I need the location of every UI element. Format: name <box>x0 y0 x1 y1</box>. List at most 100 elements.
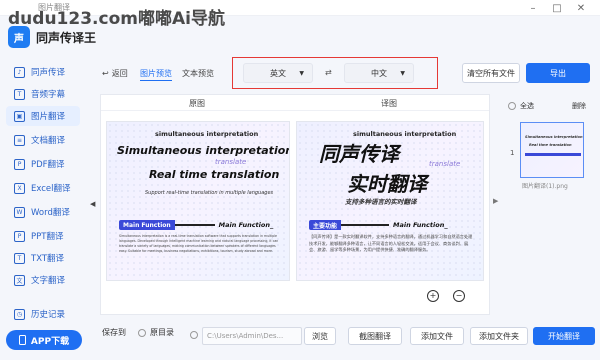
trans-mf-text: Main Function_ <box>393 221 448 229</box>
collapse-sidebar-icon[interactable]: ◀ <box>90 200 95 208</box>
back-button[interactable]: ↩ 返回 <box>102 68 128 79</box>
orig-line-subtitle: simultaneous interpretation <box>155 130 259 138</box>
zoom-out-icon[interactable]: − <box>453 290 465 302</box>
thumbnail-filename: 图片翻译(1).png <box>522 183 568 190</box>
mic-icon: ♪ <box>14 66 25 78</box>
export-button[interactable]: 导出 <box>526 63 590 83</box>
trans-line-support: 支持多种语言的实时翻译 <box>345 198 417 206</box>
sidebar: ♪ 同声传译 T 音频字幕 ▣ 图片翻译 ≡ 文档翻译 P PDF翻译 X Excel翻译 … <box>0 58 88 360</box>
custom-dir-radio[interactable] <box>190 331 198 339</box>
sidebar-item-word[interactable]: W Word翻译 <box>6 202 80 222</box>
sidebar-item-label: 文字翻译 <box>31 276 66 286</box>
translated-image: simultaneous interpretation 同声传译 transla… <box>296 121 484 281</box>
orig-paragraph: Simultaneous interpretation is a real-ti… <box>119 234 279 253</box>
chevron-down-icon: ▼ <box>400 69 405 77</box>
app-download-label: APP下载 <box>30 336 70 347</box>
app-download-button[interactable]: APP下载 <box>6 330 82 350</box>
thumb-badge-bar <box>525 153 581 156</box>
trans-line-realtime: 实时翻译 <box>347 172 427 196</box>
word-icon: W <box>14 206 25 218</box>
preview-panel: 原图 译图 simultaneous interpretation Simult… <box>100 94 490 315</box>
trans-mf-badge: 主要功能 <box>309 220 342 230</box>
txt-icon: T <box>14 252 25 264</box>
sidebar-item-history[interactable]: ◷ 历史记录 <box>6 304 80 324</box>
source-language-select[interactable]: 英文 ▼ <box>243 63 313 83</box>
clear-all-files-button[interactable]: 清空所有文件 <box>462 63 520 83</box>
save-path-input[interactable]: C:\Users\Admin\Des... <box>202 327 302 345</box>
select-all-label[interactable]: 全选 <box>520 101 534 111</box>
sidebar-item-label: 音频字幕 <box>31 90 66 100</box>
brand: 声 同声传译王 <box>8 26 96 48</box>
original-image: simultaneous interpretation Simultaneous… <box>106 121 290 281</box>
original-image-title: 原图 <box>189 99 205 108</box>
excel-icon: X <box>14 182 25 194</box>
sidebar-item-text[interactable]: 文文字翻译 <box>6 270 80 290</box>
image-icon: ▣ <box>14 110 25 122</box>
sidebar-item-label: 同声传译 <box>31 68 66 78</box>
app-name: 同声传译王 <box>36 30 97 45</box>
swap-languages-icon[interactable]: ⇄ <box>325 68 332 77</box>
orig-line-title: Simultaneous interpretation <box>117 144 290 157</box>
page-thumbnail[interactable]: Simultaneous interpretation Real time tr… <box>520 122 584 178</box>
doc-icon: ≡ <box>14 134 25 146</box>
tab-image-preview[interactable]: 图片预览 <box>140 68 172 81</box>
orig-mf-badge: Main Function <box>119 220 175 230</box>
original-dir-label: 原目录 <box>150 328 174 337</box>
app-logo-icon: 声 <box>8 26 30 48</box>
orig-line-translate: translate <box>215 158 247 166</box>
sidebar-item-document[interactable]: ≡ 文档翻译 <box>6 130 80 150</box>
orig-main-function-bar: Main Function Main Function_ <box>119 220 281 230</box>
sidebar-item-label: Word翻译 <box>31 208 70 218</box>
delete-button[interactable]: 删除 <box>572 101 586 111</box>
history-icon: ◷ <box>14 308 25 320</box>
sidebar-item-label: TXT翻译 <box>31 254 65 264</box>
tab-text-preview[interactable]: 文本预览 <box>182 68 214 79</box>
trans-main-function-bar: 主要功能 Main Function_ <box>309 220 475 230</box>
sidebar-item-label: PPT翻译 <box>31 232 64 242</box>
sidebar-item-label: 图片翻译 <box>31 112 66 122</box>
sidebar-item-label: Excel翻译 <box>31 184 71 194</box>
source-language-value: 英文 <box>270 68 286 78</box>
original-dir-option[interactable]: 原目录 <box>138 327 174 338</box>
divider <box>341 224 390 226</box>
subtitle-icon: T <box>14 88 25 100</box>
sidebar-item-simultaneous[interactable]: ♪ 同声传译 <box>6 62 80 82</box>
orig-line-realtime: Real time translation <box>149 168 280 181</box>
page-number: 1 <box>510 149 515 157</box>
divider <box>174 224 215 226</box>
sidebar-item-audio-subtitle[interactable]: T 音频字幕 <box>6 84 80 104</box>
pdf-icon: P <box>14 158 25 170</box>
sidebar-item-txt[interactable]: T TXT翻译 <box>6 248 80 268</box>
select-all-radio[interactable] <box>508 102 516 110</box>
thumbnail-column: 全选 删除 1 Simultaneous interpretation Real… <box>500 94 600 315</box>
sidebar-item-ppt[interactable]: P PPT翻译 <box>6 226 80 246</box>
target-language-select[interactable]: 中文 ▼ <box>344 63 414 83</box>
trans-line-title: 同声传译 <box>319 142 399 166</box>
sidebar-item-excel[interactable]: X Excel翻译 <box>6 178 80 198</box>
add-folder-button[interactable]: 添加文件夹 <box>470 327 528 345</box>
translated-image-title: 译图 <box>381 99 397 108</box>
zoom-in-icon[interactable]: + <box>427 290 439 302</box>
back-arrow-icon: ↩ <box>102 69 109 78</box>
add-file-button[interactable]: 添加文件 <box>410 327 464 345</box>
ppt-icon: P <box>14 230 25 242</box>
sidebar-item-label: PDF翻译 <box>31 160 65 170</box>
watermark-layer: dudu123.com嘟嘟Ai导航 <box>0 0 600 29</box>
orig-mf-text: Main Function_ <box>218 221 274 229</box>
original-dir-radio[interactable] <box>138 328 146 337</box>
thumb-line2: Real time translation <box>529 143 572 147</box>
app-window: 图片翻译 – □ ✕ dudu123.com嘟嘟Ai导航 声 同声传译王 ♪ 同声… <box>0 0 600 360</box>
phone-icon <box>18 335 26 345</box>
save-to-label: 保存到 <box>102 328 126 337</box>
orig-line-support: Support real-time translation in multipl… <box>145 190 274 196</box>
screenshot-translate-button[interactable]: 截图翻译 <box>348 327 402 345</box>
trans-paragraph: 【同声传译】是一款实时翻译软件，支持多种语言的翻译。通过机器学习和自然语言处理技… <box>309 234 473 252</box>
sidebar-item-label: 文档翻译 <box>31 136 66 146</box>
sidebar-item-image-translate[interactable]: ▣ 图片翻译 <box>6 106 80 126</box>
sidebar-item-pdf[interactable]: P PDF翻译 <box>6 154 80 174</box>
back-label: 返回 <box>111 69 128 78</box>
target-language-value: 中文 <box>371 68 387 78</box>
next-page-icon[interactable]: ▶ <box>493 197 498 205</box>
start-translate-button[interactable]: 开始翻译 <box>533 327 595 345</box>
browse-button[interactable]: 浏览 <box>304 327 336 345</box>
